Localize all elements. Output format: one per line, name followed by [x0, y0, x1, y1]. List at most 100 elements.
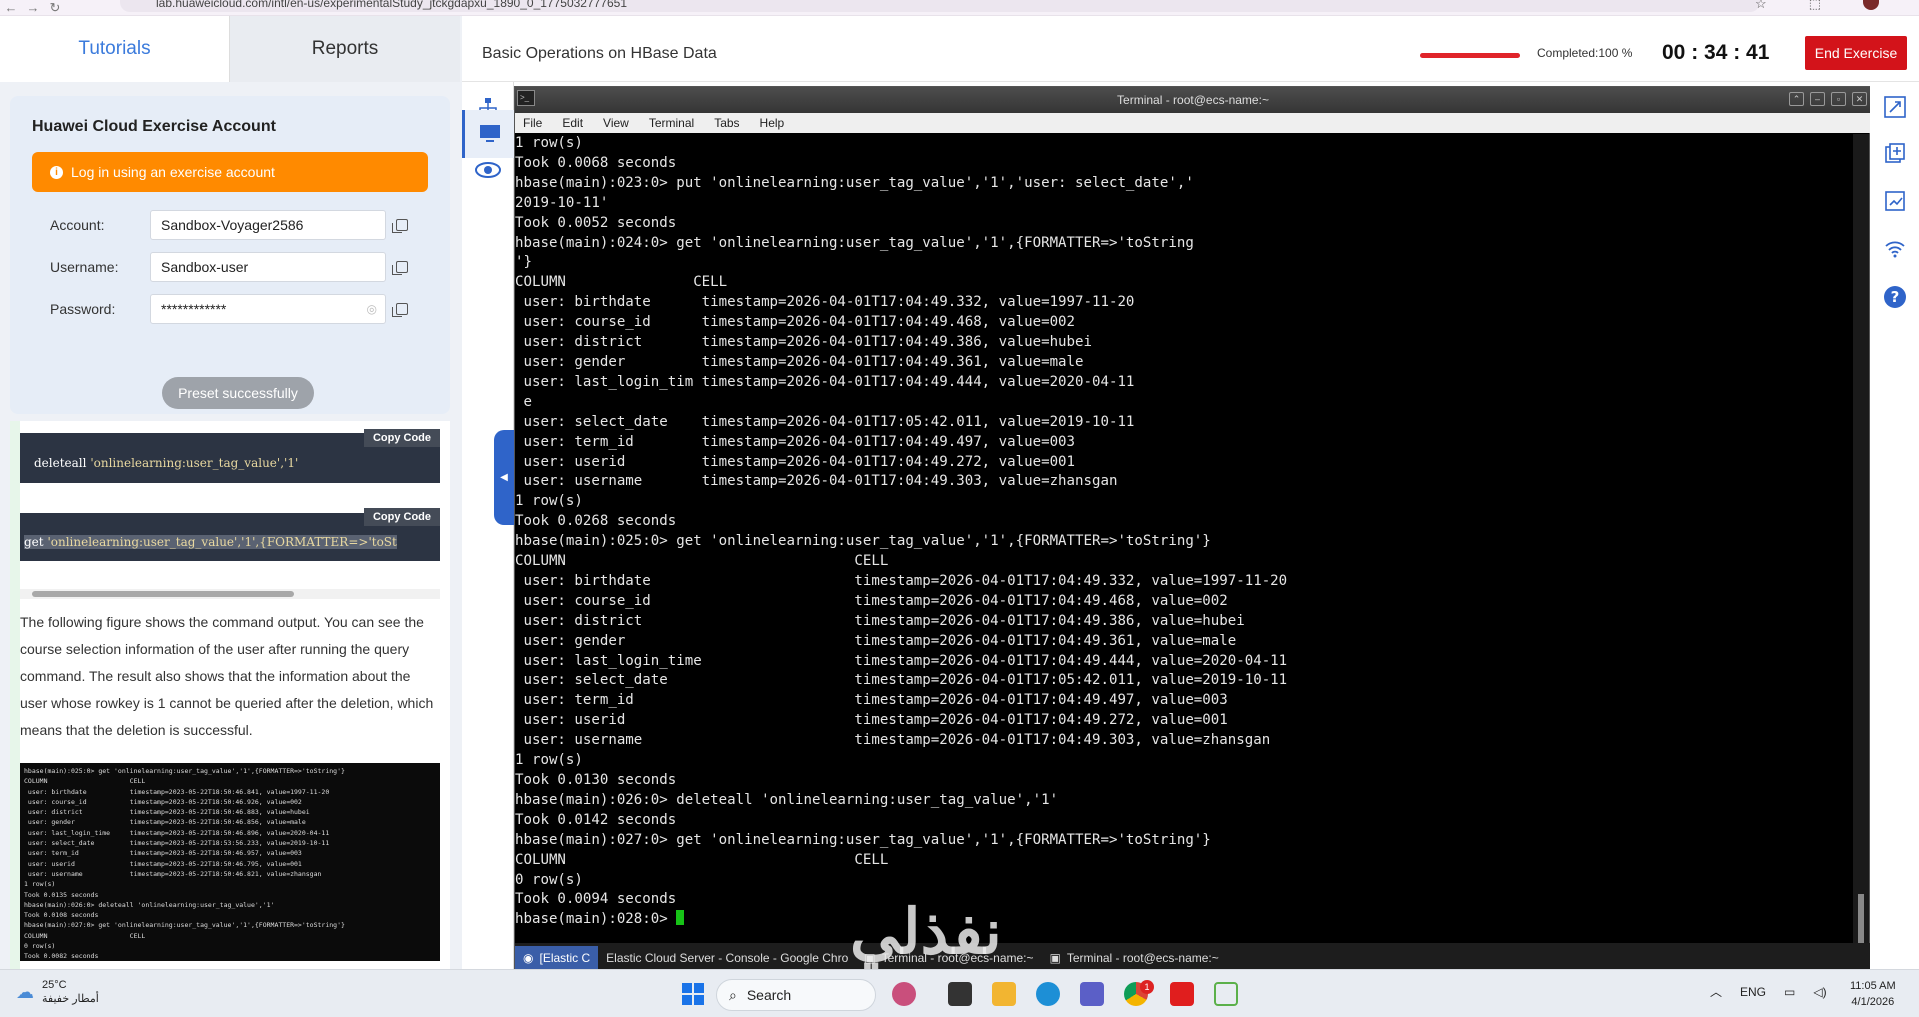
chevron-up-icon[interactable]: ︿ [1710, 983, 1722, 1000]
password-field-row: Password: ************ ◎ [32, 294, 452, 324]
terminal-titlebar[interactable]: >_ Terminal - root@ecs-name:~ ⌃ – ▫ ✕ [515, 87, 1871, 113]
figure-line: Took 0.0135 seconds [24, 890, 99, 899]
copy-password-icon[interactable] [392, 303, 408, 317]
copy-username-icon[interactable] [392, 261, 408, 275]
terminal-scrollbar[interactable] [1853, 134, 1869, 950]
terminal-line: '} [515, 254, 532, 271]
tab-reports[interactable]: Reports [230, 16, 460, 82]
network-icon[interactable]: ▭ [1784, 985, 1795, 999]
terminal-line: user: birthdate timestamp=2026-04-01T17:… [515, 294, 1135, 311]
copy-code-button[interactable]: Copy Code [363, 508, 440, 526]
username-field[interactable]: Sandbox-user [150, 252, 386, 282]
pdf-reader-icon[interactable] [1170, 982, 1194, 1006]
copy-account-icon[interactable] [392, 219, 408, 233]
terminal-line: COLUMN CELL [515, 851, 889, 868]
figure-line: user: select_date timestamp=2023-05-22T1… [24, 839, 330, 848]
terminal-scroll-thumb[interactable] [1858, 894, 1864, 946]
lab-header: Basic Operations on HBase Data Completed… [462, 16, 1919, 82]
code-arg: 'onlinelearning:user_tag_value','1' [90, 456, 299, 470]
svg-text:?: ? [1891, 288, 1900, 306]
terminal-title: Terminal - root@ecs-name:~ [1117, 93, 1269, 107]
teams-icon[interactable] [1080, 982, 1104, 1006]
code-deleteall[interactable]: deleteall 'onlinelearning:user_tag_value… [34, 456, 298, 470]
taskbar-item-elastic[interactable]: ◉ [Elastic C [515, 945, 599, 970]
wifi-icon[interactable] [1882, 236, 1908, 262]
language-indicator[interactable]: ENG [1740, 985, 1766, 999]
taskbar-item-terminal-2[interactable]: ▣ Terminal - root@ecs-name:~ [1042, 946, 1227, 970]
profile-avatar[interactable] [1863, 0, 1879, 10]
weather-widget[interactable]: ☁ 25°C أمطار خفيفة [16, 978, 99, 1006]
remote-desktop[interactable]: >_ Terminal - root@ecs-name:~ ⌃ – ▫ ✕ Fi… [514, 82, 1871, 980]
maximize-icon[interactable]: ▫ [1831, 92, 1846, 106]
clipboard-icon[interactable] [1882, 140, 1908, 166]
menu-file[interactable]: File [523, 116, 542, 130]
terminal-line: user: district timestamp=2026-04-01T17:0… [515, 334, 1092, 351]
eye-hidden-icon[interactable]: ◎ [367, 302, 377, 316]
menu-view[interactable]: View [603, 116, 629, 130]
collapse-panel-handle[interactable]: ◀ [494, 430, 514, 525]
eye-icon[interactable] [462, 144, 514, 196]
exercise-account-card: Huawei Cloud Exercise Account i Log in u… [10, 96, 450, 414]
remote-taskbar: ◉ [Elastic C Elastic Cloud Server - Conso… [515, 943, 1871, 972]
terminal-prompt[interactable]: hbase(main):028:0> [515, 910, 1855, 930]
terminal-output[interactable]: 1 row(s) Took 0.0068 seconds hbase(main):0… [515, 134, 1855, 980]
forward-icon[interactable]: → [22, 1, 44, 14]
minimize-icon[interactable]: – [1810, 92, 1825, 106]
terminal-line: 1 row(s) [515, 493, 583, 510]
terminal-line: user: last_login_time timestamp=2026-04-… [515, 652, 1288, 669]
code-arg: 'onlinelearning:user_tag_value','1',{FOR… [47, 535, 397, 549]
figure-line: user: birthdate timestamp=2023-05-22T18:… [24, 787, 330, 796]
panel-tabs: Tutorials Reports [0, 16, 462, 82]
weather-temp: 25°C [42, 979, 67, 991]
system-clock[interactable]: 11:05 AM 4/1/2026 [1850, 978, 1896, 1010]
menu-help[interactable]: Help [760, 116, 785, 130]
figure-line: user: term_id timestamp=2023-05-22T18:50… [24, 849, 302, 858]
file-explorer-icon[interactable] [992, 982, 1016, 1006]
end-exercise-button[interactable]: End Exercise [1805, 36, 1907, 70]
shade-icon[interactable]: ⌃ [1789, 92, 1804, 106]
app-icon-colorful[interactable] [892, 982, 916, 1006]
system-tray: ︿ ENG ▭ ◁) [1710, 983, 1827, 1000]
fullscreen-icon[interactable] [1882, 94, 1908, 120]
terminal-menubar: File Edit View Terminal Tabs Help [515, 113, 1871, 133]
edit-notes-icon[interactable] [1882, 188, 1908, 214]
menu-terminal[interactable]: Terminal [649, 116, 694, 130]
account-field[interactable]: Sandbox-Voyager2586 [150, 210, 386, 240]
network-tool-icon[interactable] [1214, 982, 1238, 1006]
account-value: Sandbox-Voyager2586 [161, 217, 304, 233]
taskbar-search[interactable]: ⌕ Search [716, 979, 876, 1011]
taskbar-item-console[interactable]: Elastic Cloud Server - Console - Google … [598, 946, 856, 970]
preset-button[interactable]: Preset successfully [162, 377, 314, 409]
bookmark-star-icon[interactable]: ☆ [1755, 0, 1767, 10]
menu-tabs[interactable]: Tabs [714, 116, 739, 130]
menu-edit[interactable]: Edit [562, 116, 583, 130]
figure-line: hbase(main):025:0> get 'onlinelearning:u… [24, 767, 345, 775]
windows-start-icon[interactable] [682, 983, 704, 1005]
terminal-window[interactable]: >_ Terminal - root@ecs-name:~ ⌃ – ▫ ✕ Fi… [514, 86, 1871, 980]
tab-tutorials[interactable]: Tutorials [0, 16, 230, 82]
copy-code-button[interactable]: Copy Code [363, 429, 440, 447]
url-bar[interactable]: lab.huaweicloud.com/intl/en-us/experimen… [120, 0, 1760, 12]
password-field[interactable]: ************ ◎ [150, 294, 386, 324]
back-icon[interactable]: ← [0, 1, 22, 14]
terminal-line: user: gender timestamp=2026-04-01T17:04:… [515, 632, 1237, 649]
volume-icon[interactable]: ◁) [1813, 985, 1826, 999]
account-label: Account: [50, 217, 105, 233]
help-icon[interactable]: ? [1882, 284, 1908, 310]
code-get[interactable]: get 'onlinelearning:user_tag_value','1',… [24, 535, 397, 549]
app-icon-dark[interactable] [948, 982, 972, 1006]
terminal-line: user: userid timestamp=2026-04-01T17:04:… [515, 453, 1076, 470]
right-tool-column: ? [1870, 82, 1919, 969]
code-horizontal-scrollbar[interactable] [20, 589, 440, 599]
reload-icon[interactable]: ↻ [44, 1, 66, 14]
login-exercise-account-button[interactable]: i Log in using an exercise account [32, 152, 428, 192]
edge-icon[interactable] [1036, 982, 1060, 1006]
figure-line: Took 0.0108 seconds [24, 911, 99, 920]
close-icon[interactable]: ✕ [1852, 92, 1867, 106]
figure-line: COLUMN CELL [24, 931, 146, 940]
extensions-icon[interactable]: ⬚ [1809, 0, 1821, 10]
scrollbar-thumb[interactable] [32, 591, 294, 597]
terminal-line: user: username timestamp=2026-04-01T17:0… [515, 473, 1118, 490]
terminal-line: user: last_login_tim timestamp=2026-04-0… [515, 373, 1135, 390]
watermark: نفذلي [850, 898, 1002, 967]
